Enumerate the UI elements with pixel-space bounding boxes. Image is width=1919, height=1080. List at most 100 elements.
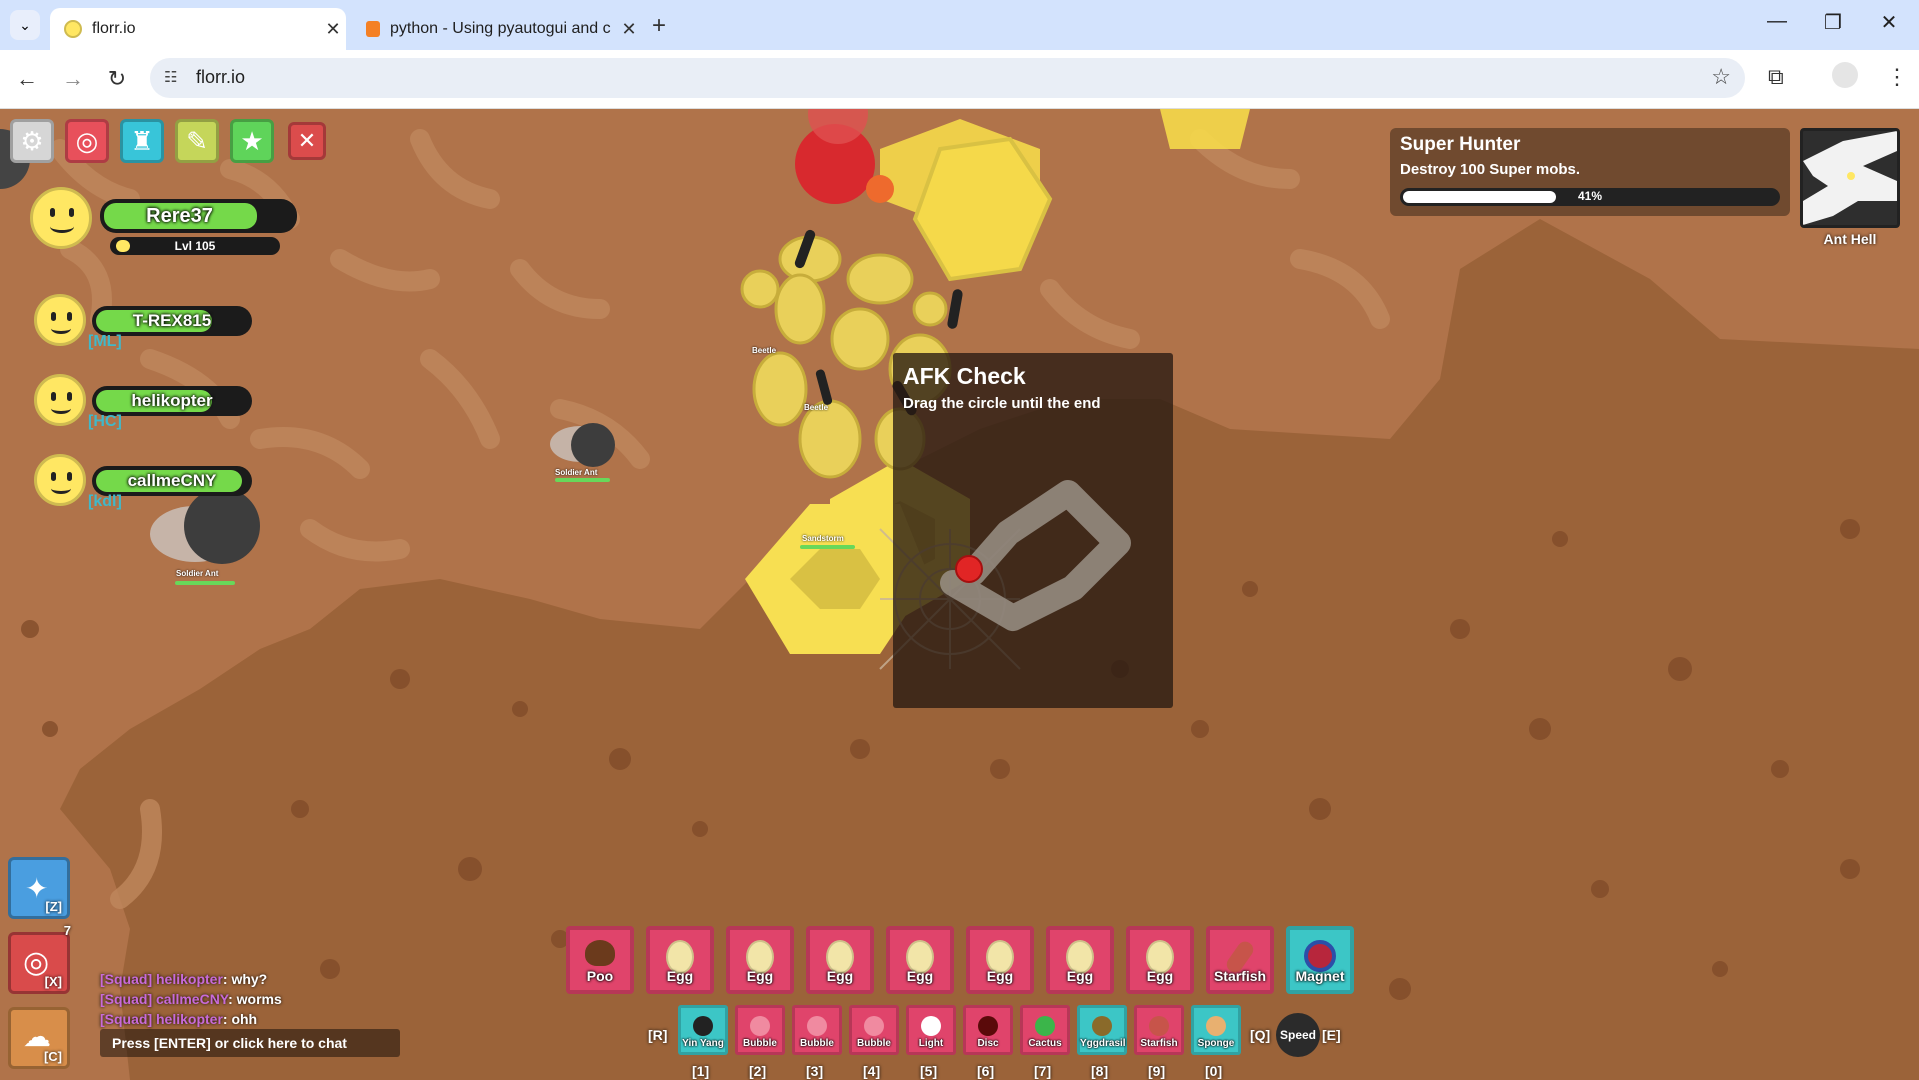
bookmark-star-icon[interactable]: ☆	[1711, 64, 1731, 90]
quest-progress-bar: 41%	[1400, 188, 1780, 206]
hotbar-slot[interactable]: Egg	[886, 926, 954, 994]
quest-panel: Super Hunter Destroy 100 Super mobs. 41%	[1390, 128, 1790, 216]
afk-drag-handle[interactable]	[955, 555, 983, 583]
mob-label: Sandstorm	[802, 534, 844, 543]
player-avatar	[30, 187, 92, 249]
settings-icon[interactable]: ⚙	[10, 119, 54, 163]
hotbar-slot[interactable]: Poo	[566, 926, 634, 994]
secondary-slot[interactable]: Light	[906, 1005, 956, 1055]
petal-label: Bubble	[857, 1038, 891, 1049]
secondary-slot[interactable]: Bubble	[849, 1005, 899, 1055]
tab-title: florr.io	[92, 20, 136, 37]
member-tag: [ML]	[88, 333, 122, 350]
secondary-slot[interactable]: Disc	[963, 1005, 1013, 1055]
game-canvas[interactable]: Soldier Ant Soldier Ant Beetle Sandstorm…	[0, 109, 1919, 1080]
swap-key-label: [E]	[1322, 1027, 1341, 1043]
quest-title: Super Hunter	[1400, 134, 1521, 155]
petal-icon	[1149, 1016, 1169, 1036]
profile-icon[interactable]	[1832, 62, 1858, 88]
chat-message: [Squad] helikopter: ohh	[100, 1011, 258, 1027]
tab-florr[interactable]: florr.io ✕	[50, 8, 346, 50]
petal-label: Egg	[666, 968, 694, 984]
petal-label: Egg	[1146, 968, 1174, 984]
member-name: callmeCNY	[127, 471, 217, 490]
minimap[interactable]	[1800, 128, 1900, 228]
member-avatar	[34, 374, 86, 426]
favorite-icon[interactable]: ★	[230, 119, 274, 163]
petal-label: Bubble	[743, 1038, 777, 1049]
quest-progress-label: 41%	[1577, 189, 1603, 203]
slot-key-label: [4]	[863, 1063, 881, 1079]
petal-label: Yggdrasil	[1080, 1038, 1126, 1049]
hotbar-slot[interactable]: Magnet	[1286, 926, 1354, 994]
ability-c-button[interactable]: ☁ [C]	[8, 1007, 70, 1069]
afk-drag-path	[940, 480, 1131, 631]
inventory-icon[interactable]: ♜	[120, 119, 164, 163]
stackoverflow-favicon-icon	[366, 21, 380, 37]
hotbar-slot[interactable]: Egg	[646, 926, 714, 994]
petal-label: Starfish	[1213, 968, 1267, 984]
petal-icon	[1092, 1016, 1112, 1036]
slot-key-label: [5]	[920, 1063, 938, 1079]
swap-key-label: [Q]	[1250, 1027, 1271, 1043]
browser-toolbar: ← → ↻ ☷ florr.io ☆ ⧉ ⋮	[0, 50, 1919, 109]
secondary-slot[interactable]: Sponge	[1191, 1005, 1241, 1055]
site-info-icon[interactable]: ☷	[164, 68, 177, 86]
crafting-icon[interactable]: ◎	[65, 119, 109, 163]
member-avatar	[34, 454, 86, 506]
petal-label: Sponge	[1197, 1038, 1235, 1049]
petal-label: Disc	[977, 1038, 999, 1049]
petal-icon	[978, 1016, 998, 1036]
close-tab-icon[interactable]: ✕	[320, 19, 346, 40]
back-icon[interactable]: ←	[12, 66, 42, 92]
secondary-slot[interactable]: Bubble	[792, 1005, 842, 1055]
secondary-slot[interactable]: Cactus	[1020, 1005, 1070, 1055]
petal-icon	[921, 1016, 941, 1036]
slot-key-label: [2]	[749, 1063, 767, 1079]
petal-label: Magnet	[1295, 968, 1345, 984]
tab-stackoverflow[interactable]: python - Using pyautogui and c ✕	[352, 8, 642, 50]
hotbar-slot[interactable]: Egg	[726, 926, 794, 994]
secondary-slot[interactable]: Bubble	[735, 1005, 785, 1055]
address-url[interactable]: florr.io	[196, 67, 245, 88]
reload-icon[interactable]: ↻	[102, 66, 132, 92]
ability-z-button[interactable]: ✦ [Z]	[8, 857, 70, 919]
minimize-icon[interactable]: —	[1762, 10, 1792, 33]
petal-icon	[1035, 1016, 1055, 1036]
slot-key-label: [1]	[692, 1063, 710, 1079]
slot-key-label: [7]	[1034, 1063, 1052, 1079]
secondary-slot[interactable]: Starfish	[1134, 1005, 1184, 1055]
close-window-icon[interactable]: ✕	[1874, 10, 1904, 35]
hotbar-slot[interactable]: Egg	[966, 926, 1034, 994]
member-tag: [HC]	[88, 413, 122, 430]
petal-label: Yin Yang	[682, 1038, 724, 1049]
close-icon[interactable]: ✕	[288, 122, 326, 160]
petal-label: Starfish	[1140, 1038, 1178, 1049]
secondary-slot[interactable]: Yin Yang	[678, 1005, 728, 1055]
hotbar-slot[interactable]: Starfish	[1206, 926, 1274, 994]
close-tab-icon[interactable]: ✕	[616, 19, 642, 40]
ability-x-button[interactable]: ◎ [X] 7	[8, 923, 71, 994]
chat-input[interactable]: Press [ENTER] or click here to chat	[100, 1029, 400, 1057]
forward-icon[interactable]: →	[58, 66, 88, 92]
extensions-icon[interactable]: ⧉	[1768, 64, 1784, 90]
address-bar[interactable]: ☷ florr.io ☆	[150, 58, 1745, 98]
badge-count: 7	[63, 923, 71, 938]
secondary-slot[interactable]: Yggdrasil	[1077, 1005, 1127, 1055]
slot-key-label: [9]	[1148, 1063, 1166, 1079]
tab-dropdown-icon[interactable]: ⌄	[10, 10, 40, 40]
slot-key-label: [8]	[1091, 1063, 1109, 1079]
mob-label: Soldier Ant	[176, 569, 219, 578]
petal-icon	[693, 1016, 713, 1036]
petal-label: Egg	[906, 968, 934, 984]
chat-message: [Squad] helikopter: why?	[100, 971, 268, 987]
hotbar-slot[interactable]: Egg	[806, 926, 874, 994]
hotbar-slot[interactable]: Egg	[1046, 926, 1114, 994]
petal-icon	[864, 1016, 884, 1036]
restore-icon[interactable]: ❐	[1818, 10, 1848, 35]
changelog-icon[interactable]: ✎	[175, 119, 219, 163]
petal-label: Egg	[1066, 968, 1094, 984]
menu-dots-icon[interactable]: ⋮	[1886, 64, 1908, 90]
new-tab-icon[interactable]: +	[652, 12, 666, 40]
hotbar-slot[interactable]: Egg	[1126, 926, 1194, 994]
